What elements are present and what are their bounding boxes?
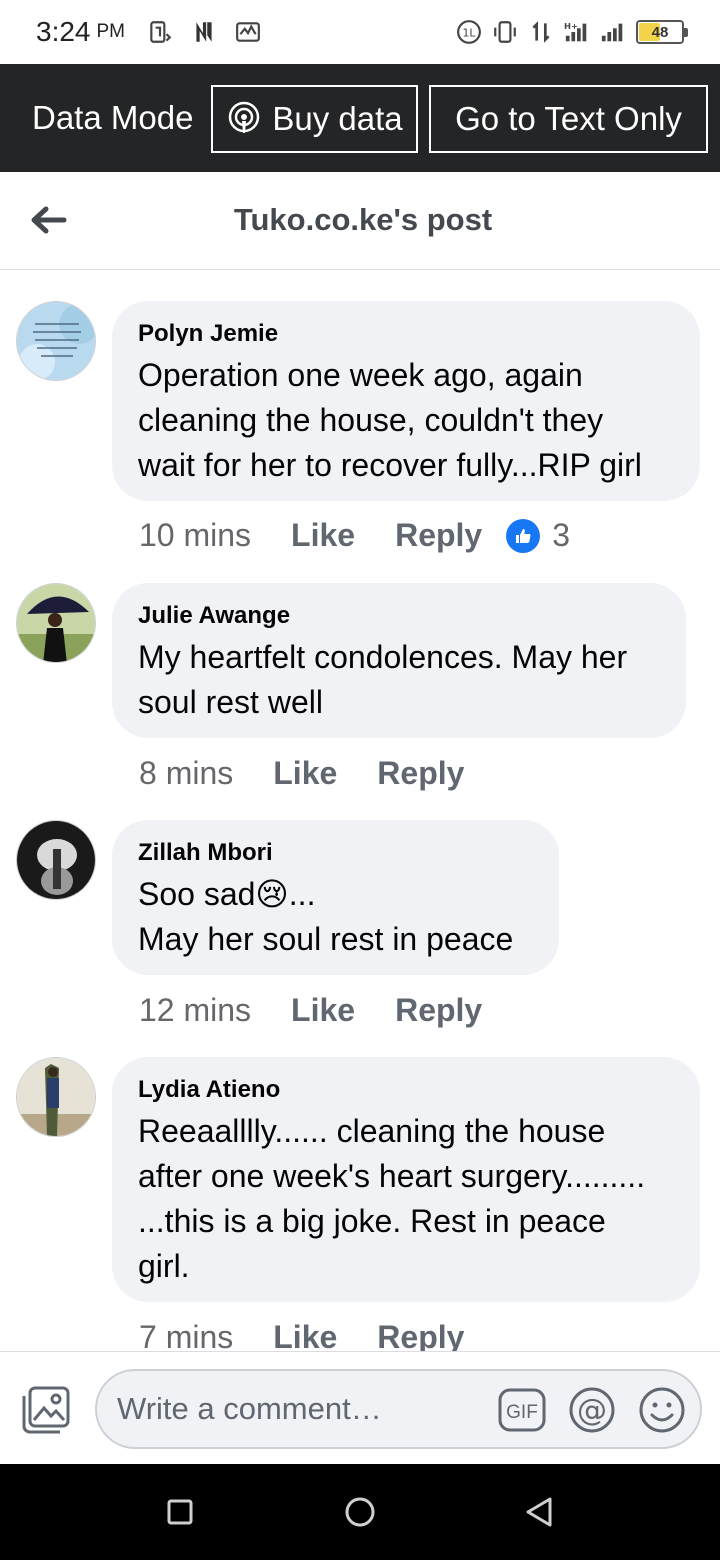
- activity-icon: [236, 22, 260, 42]
- emoji-icon[interactable]: [637, 1385, 687, 1435]
- signal-bars-icon: [601, 23, 623, 42]
- recents-square-icon[interactable]: [160, 1492, 200, 1532]
- comment-time[interactable]: 8 mins: [139, 755, 233, 792]
- avatar-outdoor-photo-icon: [17, 1058, 95, 1136]
- avatar-quote-image-icon: [17, 302, 95, 380]
- comment-line: girl.: [138, 1248, 190, 1284]
- battery-icon: 48: [636, 20, 688, 44]
- status-bar: 3:24 PM 1L H+ 48: [0, 0, 720, 64]
- data-mode-label: Data Mode: [32, 99, 194, 136]
- avatar-bw-photo-icon: [17, 821, 95, 899]
- comment-text: Soo sad😢... May her soul rest in peace: [138, 872, 533, 962]
- reaction-summary[interactable]: 3: [506, 517, 570, 554]
- comments-list[interactable]: Polyn Jemie Operation one week ago, agai…: [0, 271, 720, 1351]
- comment-line: Operation one week ago, again: [138, 357, 583, 393]
- comment-author[interactable]: Polyn Jemie: [138, 321, 674, 347]
- sim-toolkit-icon: [150, 21, 172, 43]
- data-transfer-icon: [532, 21, 550, 43]
- comment-line: cleaning the house, couldn't they: [138, 402, 604, 438]
- comment-actions: 7 mins Like Reply: [139, 1319, 464, 1351]
- comment-text: My heartfelt condolences. May her soul r…: [138, 635, 660, 725]
- buy-data-label: Buy data: [272, 100, 403, 137]
- comment-line: Reeaalllly...... cleaning the house: [138, 1113, 606, 1149]
- comment-text: Operation one week ago, again cleaning t…: [138, 353, 674, 488]
- avatar[interactable]: [16, 301, 96, 381]
- photo-icon[interactable]: [20, 1384, 72, 1436]
- svg-text:@: @: [577, 1393, 607, 1428]
- comment-actions: 10 mins Like Reply 3: [139, 517, 570, 554]
- comment-line: wait for her to recover fully...RIP girl: [138, 447, 642, 483]
- comment-input[interactable]: [117, 1371, 497, 1447]
- comment-time[interactable]: 7 mins: [139, 1319, 233, 1351]
- home-circle-icon[interactable]: [340, 1492, 380, 1532]
- comment-line: May her soul rest in peace: [138, 921, 514, 957]
- post-header: Tuko.co.ke's post: [0, 172, 720, 270]
- like-button[interactable]: Like: [273, 755, 337, 792]
- comment-bubble[interactable]: Polyn Jemie Operation one week ago, agai…: [112, 301, 700, 501]
- gif-icon[interactable]: GIF: [497, 1385, 547, 1435]
- svg-text:1L: 1L: [463, 26, 476, 39]
- comment-input-container[interactable]: GIF @: [95, 1369, 702, 1449]
- comment-author[interactable]: Lydia Atieno: [138, 1077, 674, 1103]
- status-ampm: PM: [96, 21, 126, 42]
- text-only-label: Go to Text Only: [455, 100, 682, 137]
- like-button[interactable]: Like: [291, 992, 355, 1029]
- avatar[interactable]: [16, 820, 96, 900]
- comment-author[interactable]: Julie Awange: [138, 603, 660, 629]
- reply-button[interactable]: Reply: [377, 755, 464, 792]
- avatar[interactable]: [16, 583, 96, 663]
- sim1-icon: 1L: [457, 20, 481, 44]
- thumbs-up-icon: [506, 518, 541, 553]
- reply-button[interactable]: Reply: [395, 992, 482, 1029]
- gif-label: GIF: [506, 1402, 538, 1423]
- like-button[interactable]: Like: [291, 517, 355, 554]
- avatar-umbrella-photo-icon: [17, 584, 95, 662]
- vibrate-icon: [494, 21, 516, 43]
- system-navigation-bar: [0, 1464, 720, 1560]
- avatar[interactable]: [16, 1057, 96, 1137]
- page-title: Tuko.co.ke's post: [233, 202, 493, 237]
- comment-line: after one week's heart surgery.........: [138, 1158, 646, 1194]
- netflix-n-icon: [196, 22, 212, 42]
- signal-hplus-icon: H+: [564, 21, 587, 42]
- like-button[interactable]: Like: [273, 1319, 337, 1351]
- comment-time[interactable]: 12 mins: [139, 992, 251, 1029]
- comment-actions: 8 mins Like Reply: [139, 755, 464, 792]
- comment-line: My heartfelt condolences. May her: [138, 639, 628, 675]
- text-only-button[interactable]: Go to Text Only: [429, 85, 708, 153]
- comment-author[interactable]: Zillah Mbori: [138, 840, 533, 866]
- comment-text: Reeaalllly...... cleaning the house afte…: [138, 1109, 674, 1289]
- system-icons: 1L H+ 48: [456, 19, 688, 45]
- comment-time[interactable]: 10 mins: [139, 517, 251, 554]
- reply-button[interactable]: Reply: [395, 517, 482, 554]
- reply-button[interactable]: Reply: [377, 1319, 464, 1351]
- back-triangle-icon[interactable]: [520, 1492, 560, 1532]
- comment-bubble[interactable]: Lydia Atieno Reeaalllly...... cleaning t…: [112, 1057, 700, 1302]
- status-time: 3:24: [36, 16, 91, 47]
- svg-text:H+: H+: [564, 21, 578, 31]
- data-mode-bar: Data Mode Buy data Go to Text Only: [0, 64, 720, 172]
- comment-line: soul rest well: [138, 684, 323, 720]
- comment-line: ...this is a big joke. Rest in peace: [138, 1203, 606, 1239]
- comment-bubble[interactable]: Zillah Mbori Soo sad😢... May her soul re…: [112, 820, 559, 975]
- comment-line: Soo sad😢...: [138, 876, 316, 912]
- reaction-count: 3: [552, 517, 571, 553]
- mention-icon[interactable]: @: [567, 1385, 617, 1435]
- comment-composer: GIF @: [0, 1351, 720, 1464]
- comment-actions: 12 mins Like Reply: [139, 992, 482, 1029]
- notification-icons: [147, 19, 261, 45]
- buy-data-button[interactable]: Buy data: [211, 85, 418, 153]
- broadcast-icon: [229, 101, 260, 133]
- battery-level: 48: [651, 23, 669, 41]
- comment-bubble[interactable]: Julie Awange My heartfelt condolences. M…: [112, 583, 686, 738]
